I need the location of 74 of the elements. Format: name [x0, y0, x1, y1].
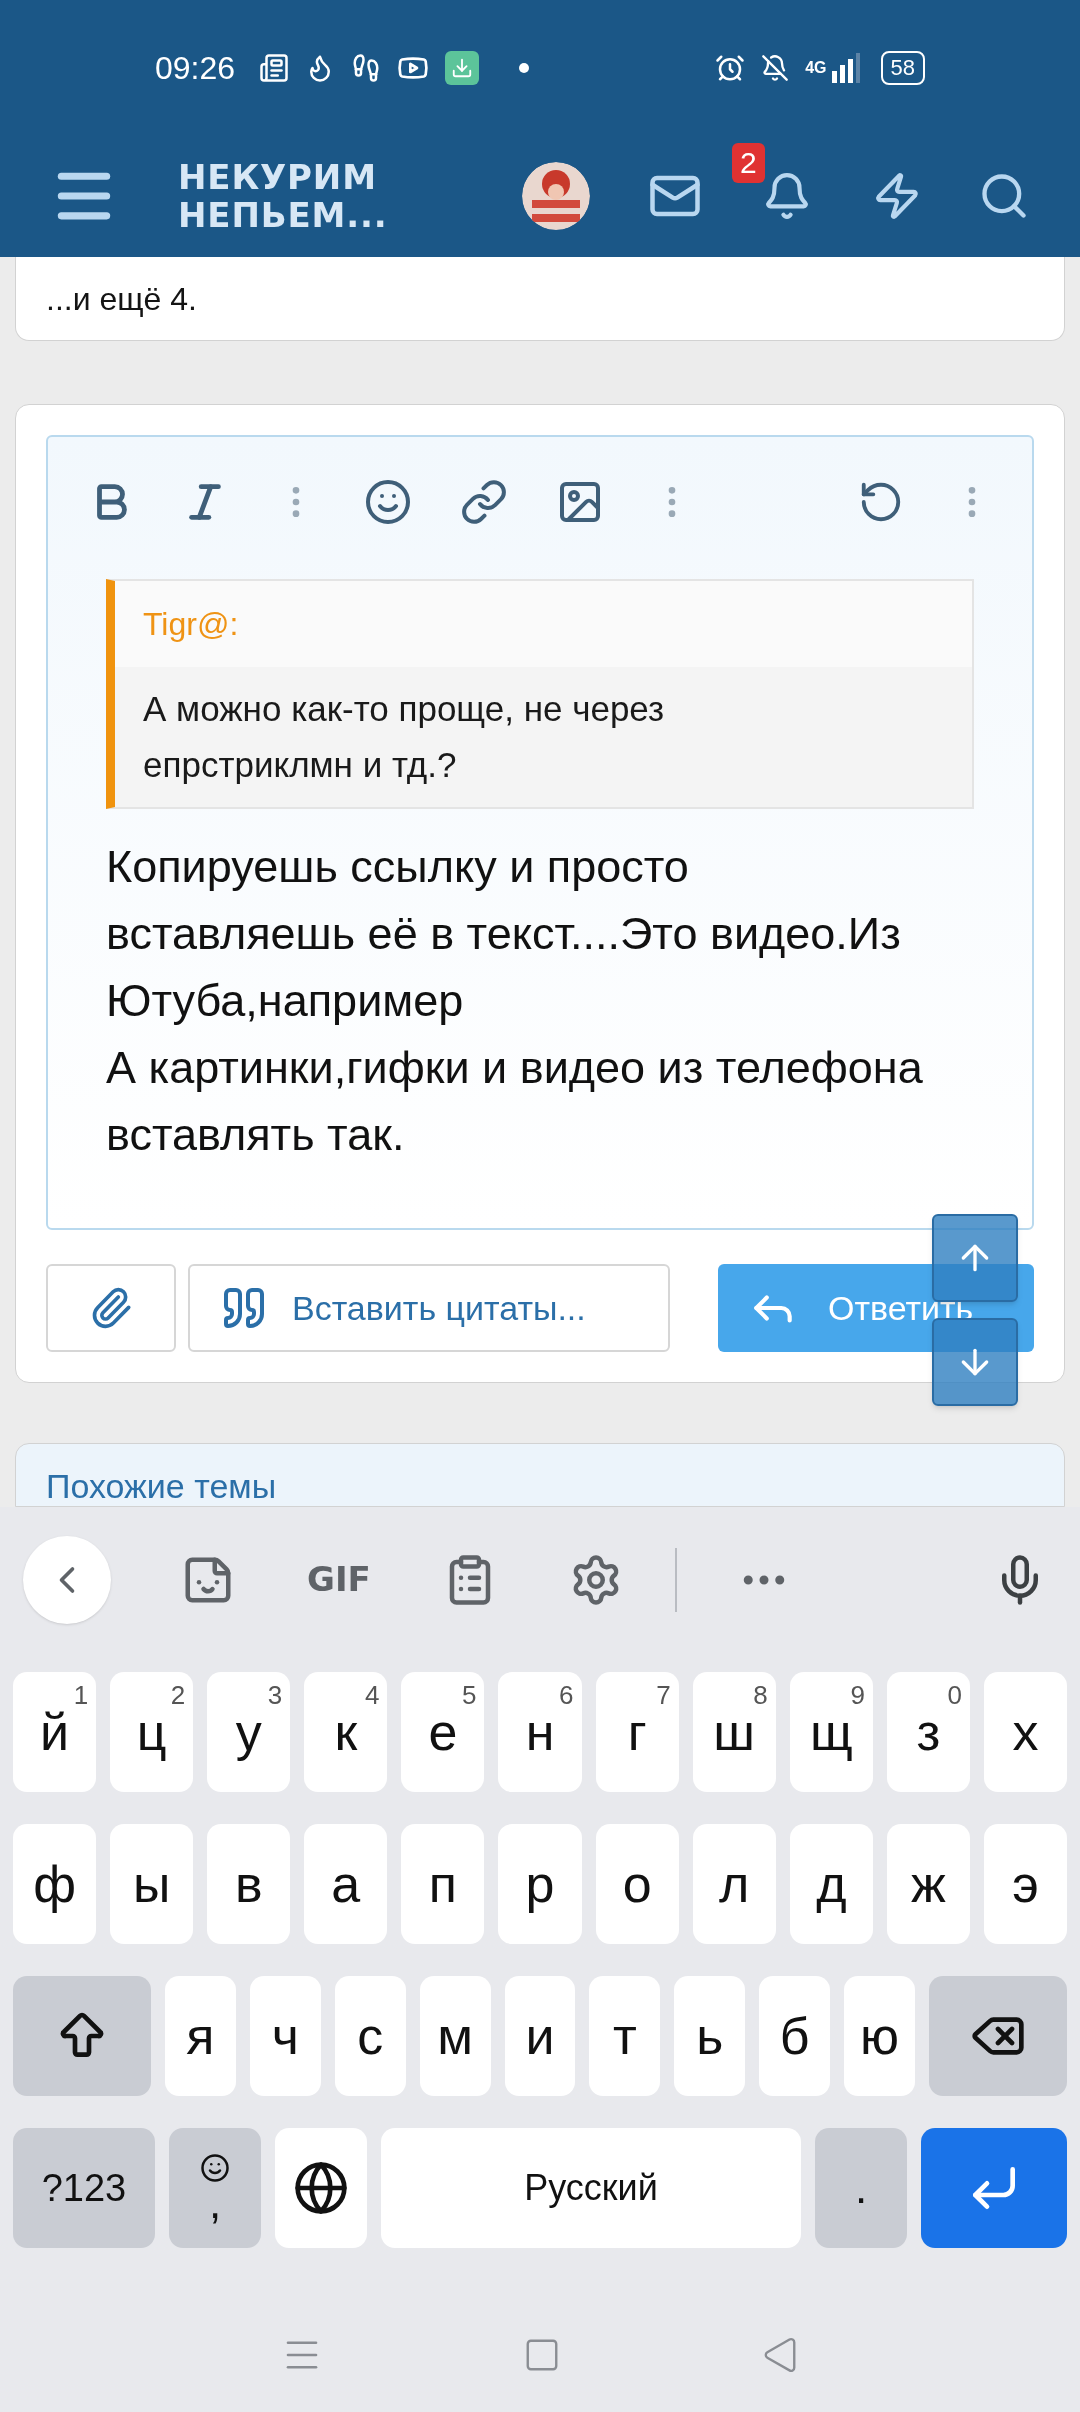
key[interactable]: х	[983, 1672, 1068, 1792]
key[interactable]: м	[419, 1976, 491, 2096]
key[interactable]: 9 щ	[789, 1672, 873, 1792]
key[interactable]: 7 г	[595, 1672, 679, 1792]
key[interactable]: 6 н	[498, 1672, 582, 1792]
download-icon	[445, 50, 480, 85]
quote-author: Tigr@:	[115, 581, 972, 667]
key[interactable]: б	[759, 1976, 831, 2096]
site-logo[interactable]: НЕКУРИМ НЕПЬЕМ...	[178, 158, 388, 234]
symbols-key[interactable]: ?123	[13, 2128, 155, 2248]
key[interactable]: р	[498, 1824, 582, 1944]
quote-text: А можно как-то проще, не через епрстриклмн и тд.?	[115, 667, 972, 807]
key-hint: 7	[656, 1679, 671, 1712]
notification-count: 2	[732, 143, 765, 183]
key-hint: 5	[462, 1679, 477, 1712]
key[interactable]: д	[789, 1824, 873, 1944]
key[interactable]: в	[207, 1824, 291, 1944]
emoji-icon[interactable]	[364, 478, 412, 526]
more-users-text: ...и ещё 4.	[46, 279, 197, 319]
section-title: Похожие темы	[46, 1466, 277, 1506]
language-key[interactable]	[275, 2128, 367, 2248]
key[interactable]: 5 е	[401, 1672, 485, 1792]
globe-icon	[293, 2160, 349, 2216]
muted-bell-icon	[761, 53, 790, 82]
enter-key[interactable]	[921, 2128, 1067, 2248]
key[interactable]: и	[504, 1976, 576, 2096]
emoji-icon	[200, 2153, 230, 2183]
key-hint: 1	[73, 1679, 89, 1712]
battery-indicator: 58	[880, 50, 925, 85]
key[interactable]: ы	[110, 1824, 194, 1944]
link-icon[interactable]	[460, 478, 508, 526]
reply-text: А картинки,гифки и видео из телефона вставлять так.	[106, 1041, 924, 1162]
alarm-icon	[715, 52, 746, 83]
insert-quotes-button[interactable]: Вставить цитаты...	[188, 1264, 670, 1352]
signal-icon	[830, 52, 861, 83]
period-key[interactable]: .	[815, 2128, 907, 2248]
reply-text: Копируешь ссылку и просто вставляешь её в текст....Это видео.Из Ютуба,например	[106, 840, 902, 1028]
attach-button[interactable]	[46, 1264, 176, 1352]
key[interactable]: 8 ш	[692, 1672, 776, 1792]
key[interactable]: а	[304, 1824, 388, 1944]
key[interactable]: э	[983, 1824, 1068, 1944]
key[interactable]: ь	[674, 1976, 746, 2096]
gif-button[interactable]: GIF	[307, 1554, 371, 1605]
key-hint: 9	[850, 1679, 865, 1712]
clock-time: 09:26	[155, 48, 236, 88]
key-hint: 2	[170, 1679, 186, 1712]
key[interactable]: т	[589, 1976, 661, 2096]
key[interactable]: ч	[249, 1976, 321, 2096]
key[interactable]: о	[595, 1824, 679, 1944]
key[interactable]: я	[165, 1976, 236, 2096]
key[interactable]: 2 ц	[110, 1672, 194, 1792]
key-hint: 3	[267, 1679, 283, 1712]
key[interactable]: ж	[886, 1824, 970, 1944]
space-key[interactable]: Русский	[381, 2128, 801, 2248]
editor-field[interactable]: Tigr@: А можно как-то проще, не через епрстриклмн и тд.? Копируешь ссылку и просто вставляешь её в текст....Это видео.Из Ютуба,например А картинки,гифки и видео из телефона вставлять так.	[46, 435, 1034, 1230]
key-hint: 0	[947, 1679, 962, 1712]
key[interactable]: ю	[844, 1976, 915, 2096]
network-type: 4G	[805, 57, 827, 78]
key[interactable]: п	[401, 1824, 485, 1944]
comma-key[interactable]: ,	[169, 2128, 261, 2248]
key-hint: 8	[753, 1679, 768, 1712]
key-hint: 6	[559, 1679, 574, 1712]
key[interactable]: ф	[13, 1824, 97, 1944]
key[interactable]: л	[692, 1824, 776, 1944]
scroll-down-button[interactable]	[932, 1318, 1018, 1406]
news-icon	[259, 52, 290, 83]
key[interactable]: с	[334, 1976, 406, 2096]
key[interactable]: 3 у	[207, 1672, 291, 1792]
key[interactable]: 1 й	[13, 1672, 97, 1792]
key[interactable]: 4 к	[304, 1672, 388, 1792]
shift-key[interactable]	[13, 1976, 151, 2096]
key-hint: 4	[364, 1679, 380, 1712]
key[interactable]: 0 з	[886, 1672, 970, 1792]
backspace-key[interactable]	[929, 1976, 1067, 2096]
